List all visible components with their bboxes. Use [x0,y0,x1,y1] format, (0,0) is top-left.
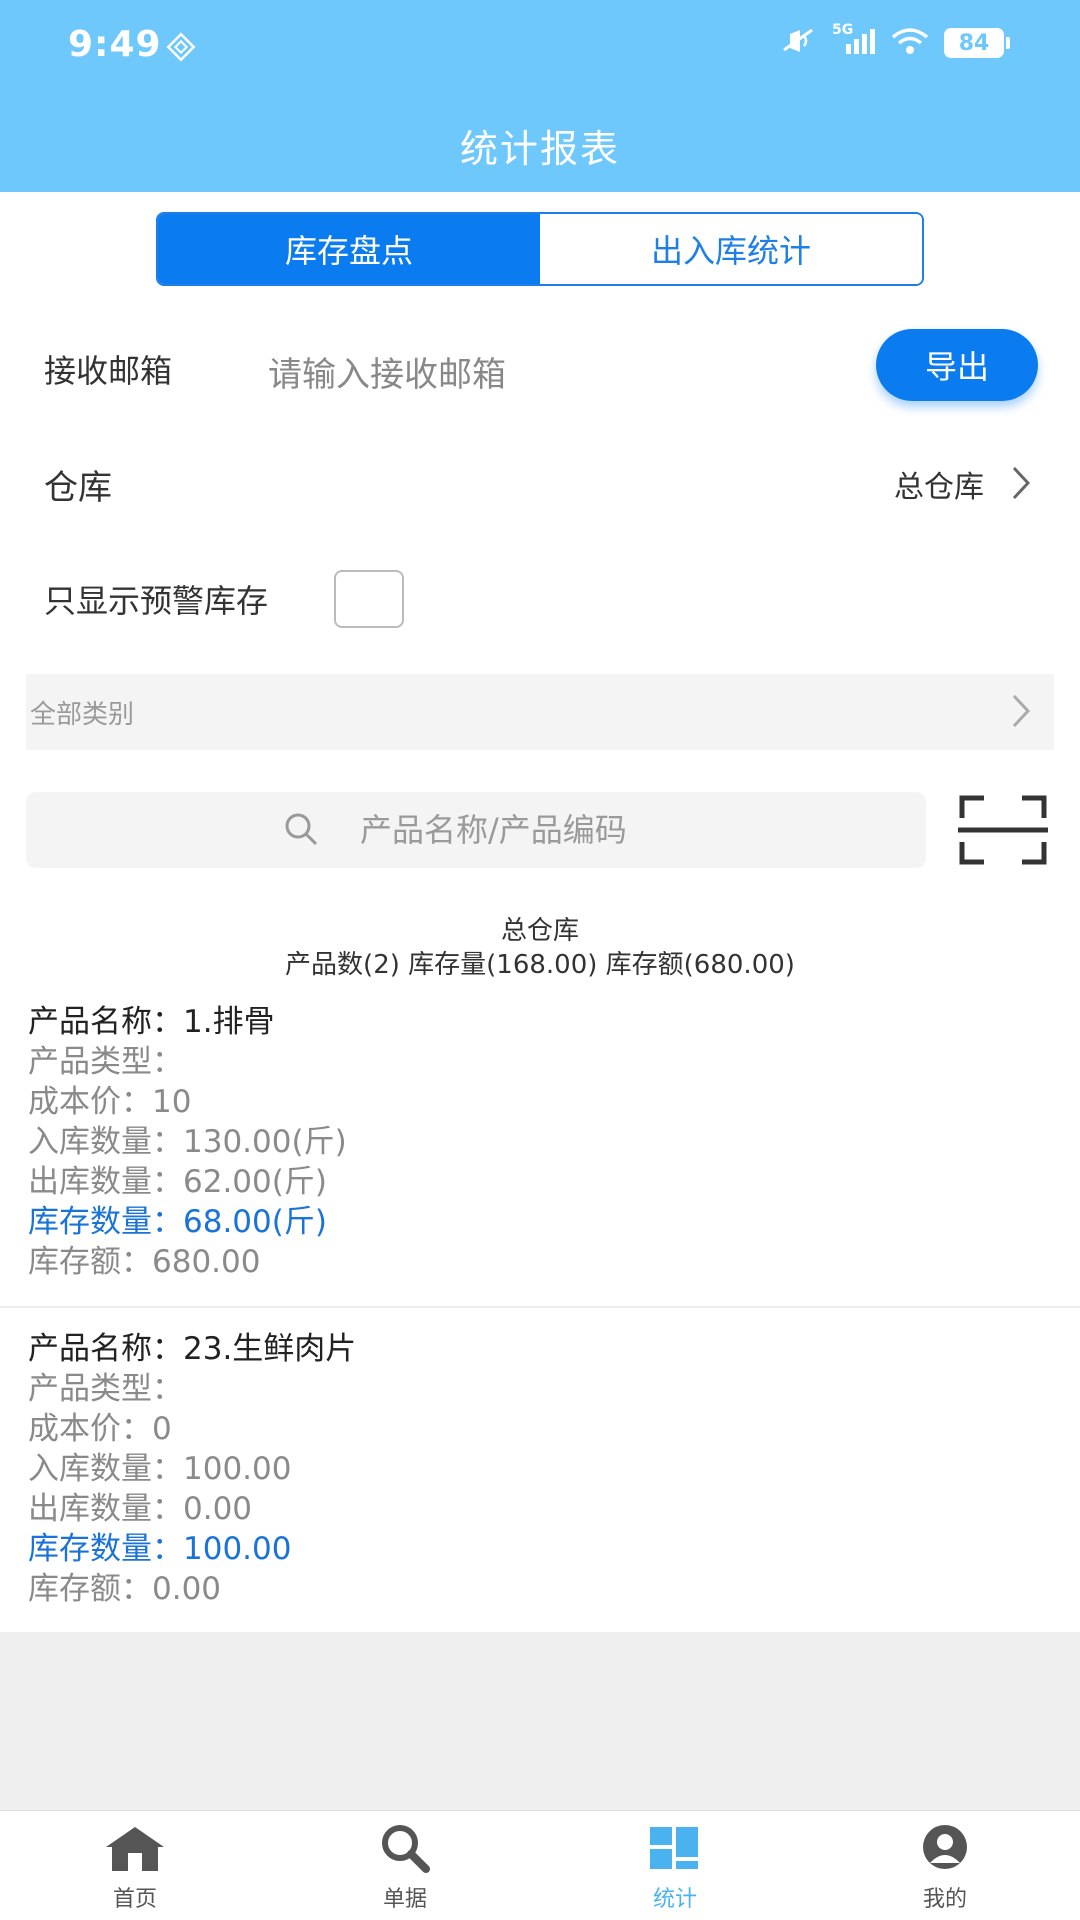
signal-icon: 5G [832,22,876,60]
nav-documents[interactable]: 单据 [270,1811,540,1920]
status-time: 9:49 [68,24,162,65]
product-stock: 库存数量：68.00(斤) [28,1204,327,1240]
tab-inout-stats[interactable]: 出入库统计 [540,214,922,284]
warehouse-value[interactable]: 总仓库 [894,462,984,506]
export-button[interactable]: 导出 [876,329,1038,401]
search-input[interactable] [360,806,900,854]
warehouse-label: 仓库 [44,468,112,508]
product-name: 产品名称：1.排骨 [28,1004,275,1040]
product-outbound: 出库数量：0.00 [28,1491,253,1527]
bottom-nav: 首页 单据 统计 我的 [0,1810,1080,1920]
nav-stats-label: 统计 [652,1887,697,1912]
notification-icon [166,32,196,66]
product-type: 产品类型： [28,1044,183,1080]
product-item[interactable]: 产品名称：23.生鲜肉片 产品类型： 成本价：0 入库数量：100.00 出库数… [28,1329,1048,1609]
category-selector[interactable]: 全部类别 [26,674,1054,750]
battery-icon: 84 [944,28,1010,58]
nav-documents-label: 单据 [382,1887,427,1912]
content-panel: 库存盘点 出入库统计 接收邮箱 导出 仓库 总仓库 只显示预警库存 全部类别 [0,192,1080,1632]
page: 9:49 5G 84 统计报表 库存盘点 出入库统计 接收邮箱 请输入接收邮箱 … [0,0,1080,1920]
product-name: 产品名称：23.生鲜肉片 [28,1331,357,1367]
email-label: 接收邮箱 [44,352,173,390]
stats-icon [642,1823,708,1877]
scan-icon[interactable] [958,794,1048,870]
tab-inventory-count[interactable]: 库存盘点 [158,214,540,284]
category-chevron-icon [1010,692,1034,734]
warning-filter-label: 只显示预警库存 [44,582,269,620]
nav-profile[interactable]: 我的 [810,1811,1080,1920]
wifi-icon [890,26,930,60]
category-label: 全部类别 [30,700,135,730]
product-stock: 库存数量：100.00 [28,1531,292,1567]
nav-home[interactable]: 首页 [0,1811,270,1920]
product-outbound: 出库数量：62.00(斤) [28,1164,327,1200]
nav-stats[interactable]: 统计 [540,1811,810,1920]
tab-group: 库存盘点 出入库统计 [156,212,924,286]
network-type: 5G [832,22,854,38]
product-inbound: 入库数量：130.00(斤) [28,1124,347,1160]
product-amount: 库存额：0.00 [28,1571,222,1607]
search-box [26,792,926,868]
nav-home-label: 首页 [112,1887,157,1912]
app-header: 9:49 5G 84 统计报表 [0,0,1080,192]
status-icons: 5G 84 [778,22,1010,60]
mute-icon [778,26,818,60]
search-icon [282,810,322,854]
product-cost: 成本价：0 [28,1411,172,1447]
summary-stats: 产品数(2) 库存量(168.00) 库存额(680.00) [285,950,795,980]
user-icon [912,1823,978,1877]
product-cost: 成本价：10 [28,1084,192,1120]
summary-warehouse: 总仓库 [500,916,579,946]
product-item[interactable]: 产品名称：1.排骨 产品类型： 成本价：10 入库数量：130.00(斤) 出库… [28,1002,1048,1282]
product-amount: 库存额：680.00 [28,1244,261,1280]
nav-profile-label: 我的 [922,1887,967,1912]
divider [0,1306,1080,1308]
home-icon [102,1823,168,1877]
warehouse-chevron-icon[interactable] [1010,464,1034,506]
product-type: 产品类型： [28,1371,183,1407]
warning-filter-checkbox[interactable] [334,570,404,628]
search-icon [372,1823,438,1877]
page-title: 统计报表 [459,127,620,171]
email-input[interactable] [268,340,848,410]
product-inbound: 入库数量：100.00 [28,1451,292,1487]
